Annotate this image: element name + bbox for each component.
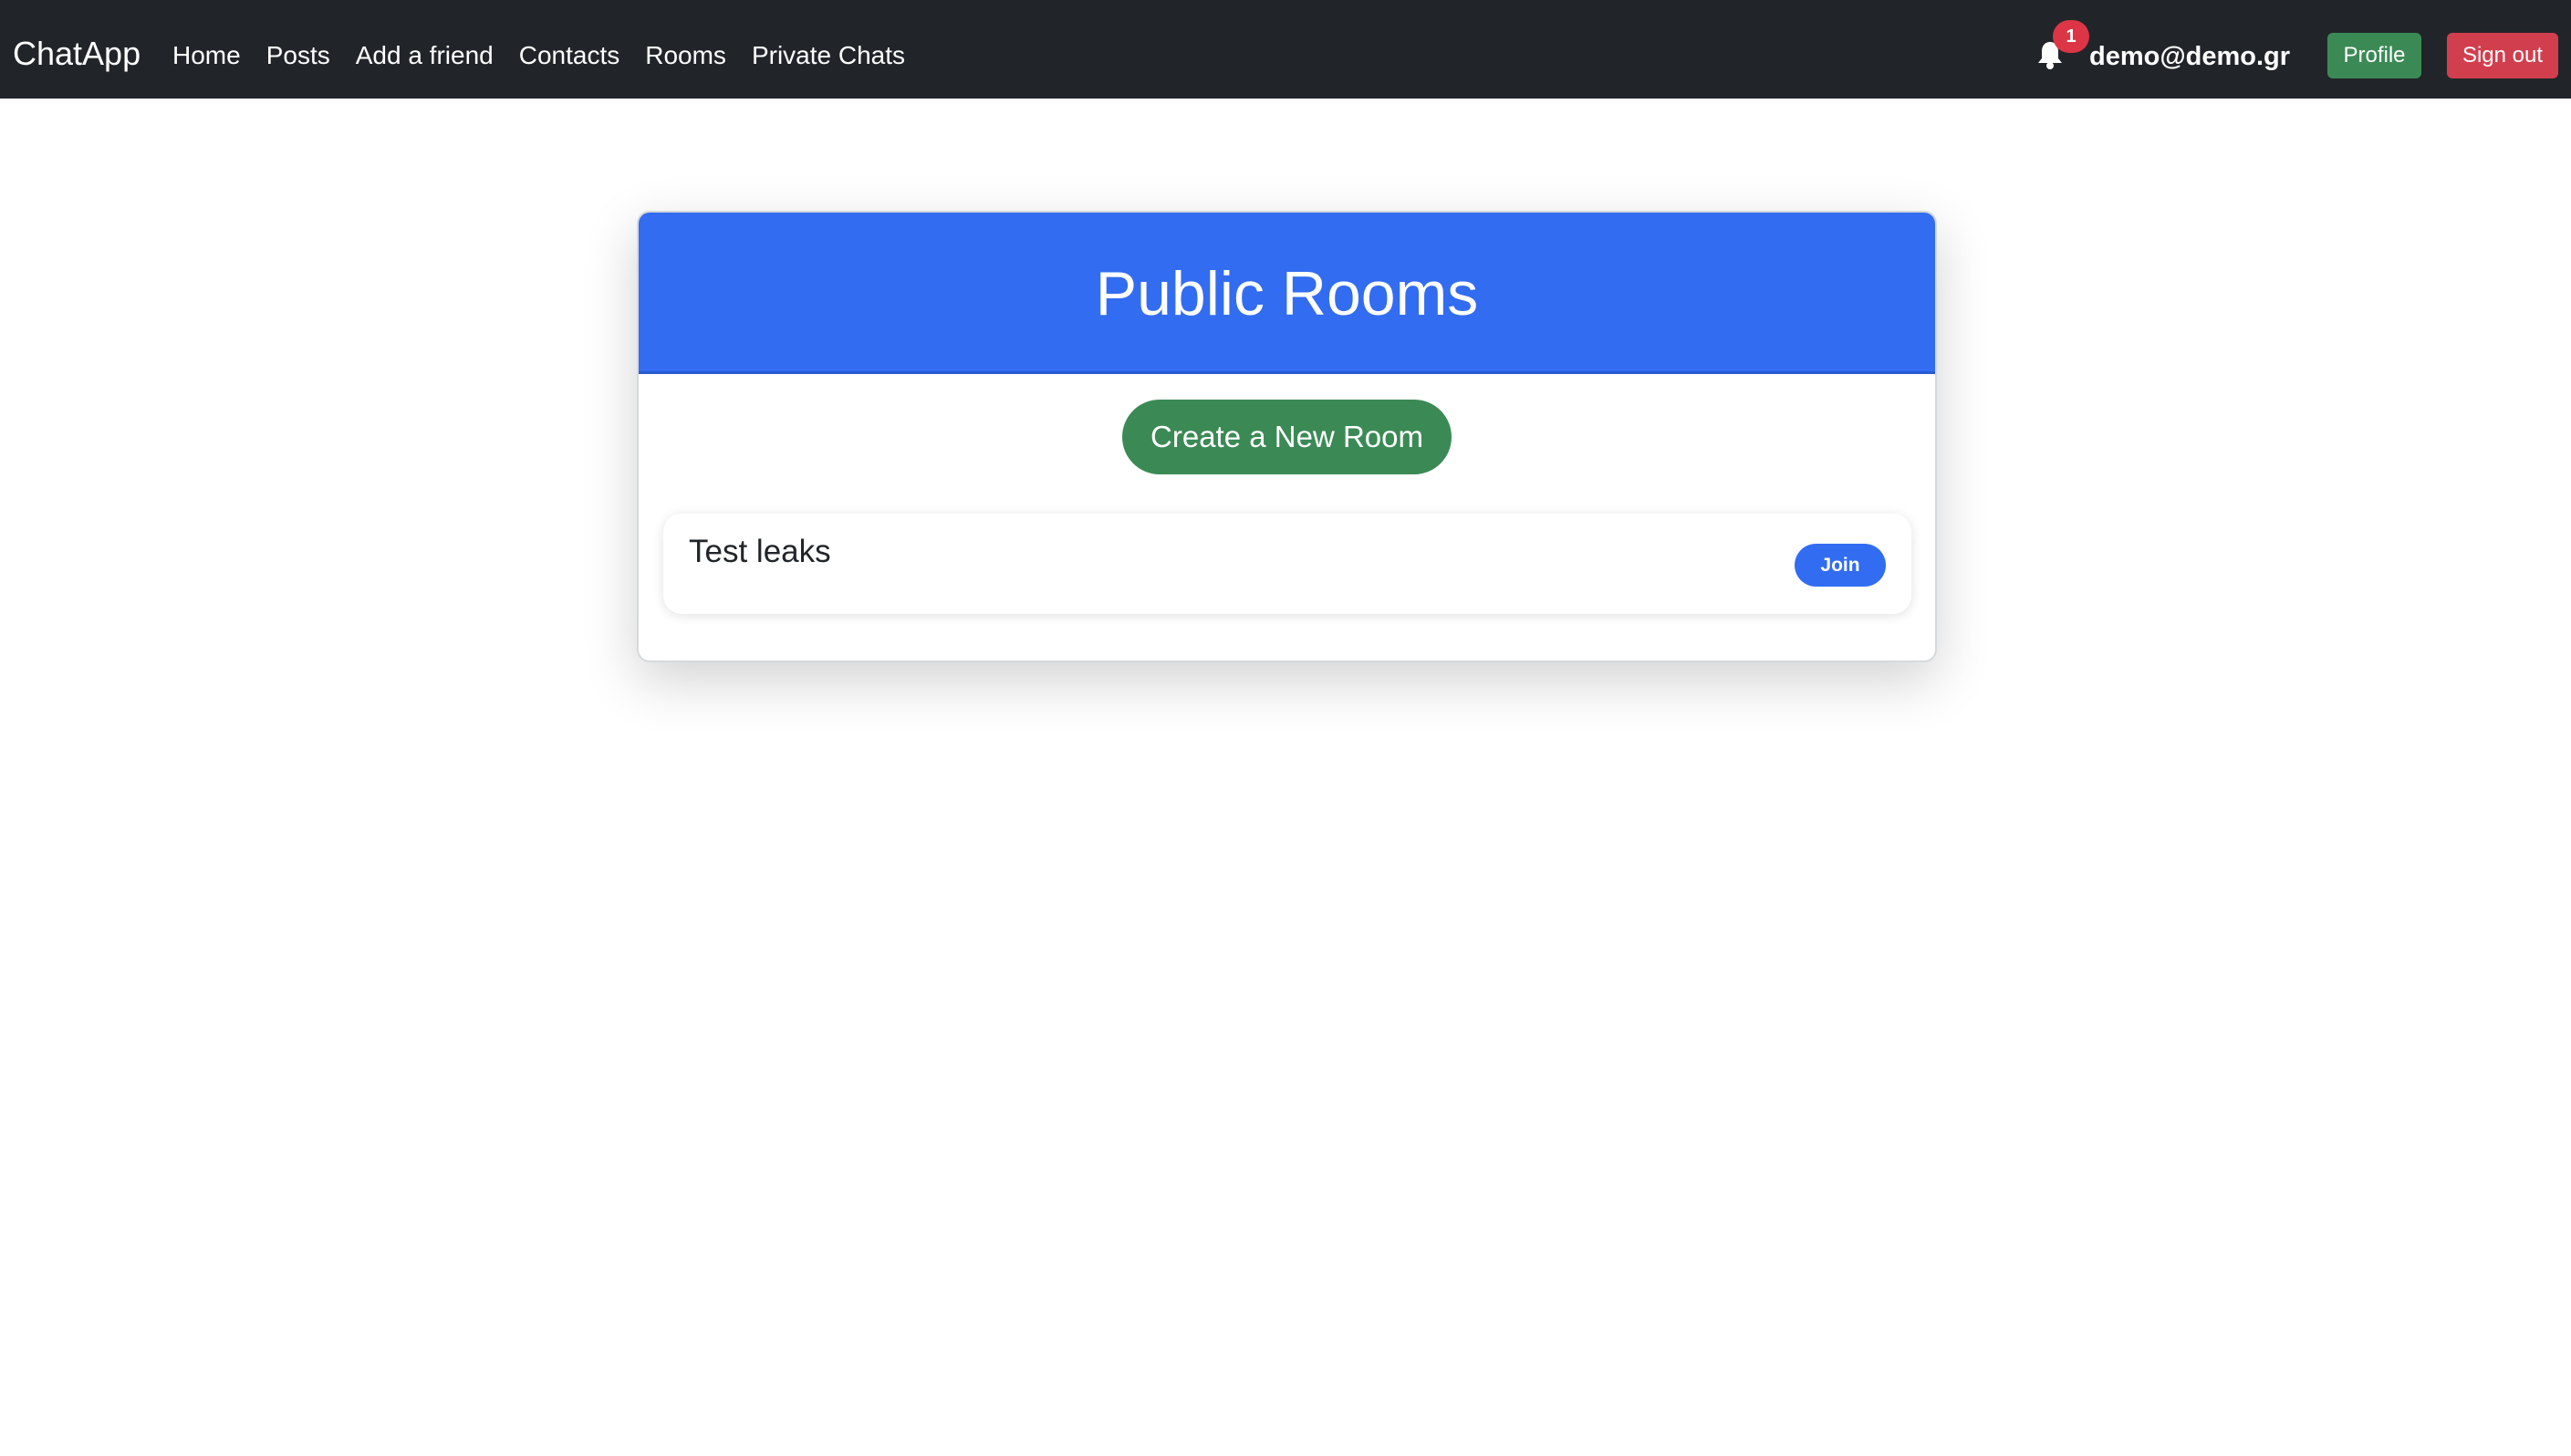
nav-link-contacts[interactable]: Contacts — [519, 0, 620, 105]
user-email: demo@demo.gr — [2089, 42, 2291, 71]
nav-link-private-chats[interactable]: Private Chats — [752, 0, 905, 105]
notification-count-badge: 1 — [2053, 20, 2089, 53]
nav-link-add-friend[interactable]: Add a friend — [356, 0, 494, 105]
room-list-item: Test leaks Join — [663, 514, 1911, 614]
room-name: Test leaks — [689, 534, 831, 569]
nav-links: Home Posts Add a friend Contacts Rooms P… — [172, 0, 931, 99]
page-title: Public Rooms — [1095, 259, 1479, 328]
join-room-button[interactable]: Join — [1795, 544, 1886, 587]
sign-out-button[interactable]: Sign out — [2447, 33, 2558, 78]
nav-link-rooms[interactable]: Rooms — [645, 0, 726, 105]
profile-button[interactable]: Profile — [2327, 33, 2421, 78]
nav-link-home[interactable]: Home — [172, 0, 241, 105]
card-header: Public Rooms — [639, 213, 1935, 374]
public-rooms-card: Public Rooms Create a New Room Test leak… — [637, 211, 1937, 662]
nav-link-posts[interactable]: Posts — [266, 0, 330, 105]
brand-link[interactable]: ChatApp — [13, 0, 141, 99]
create-room-button[interactable]: Create a New Room — [1122, 400, 1452, 474]
top-navbar: ChatApp Home Posts Add a friend Contacts… — [0, 0, 2571, 99]
